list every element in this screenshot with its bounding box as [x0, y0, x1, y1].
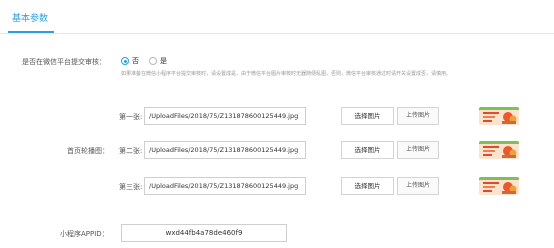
audit-hint: 如果准备在微信小程序平台提交审核时，请设置成是，由于微信平台图片审核时无器随便乱…	[121, 71, 452, 77]
carousel-thumbnail[interactable]	[479, 107, 519, 125]
image-path-input[interactable]: /UploadFiles/2018/75/Z131878600125449.jp…	[144, 107, 306, 125]
carousel-label: 首页轮播图：	[67, 147, 109, 155]
tab-bar: 基本参数	[0, 0, 554, 34]
audit-radio-yes-label[interactable]: 是	[160, 56, 167, 66]
image-path-input[interactable]: /UploadFiles/2018/75/Z131878600125449.jp…	[144, 141, 306, 159]
banner-thumbnail-image	[479, 107, 519, 125]
audit-radio-no-label[interactable]: 否	[132, 56, 139, 66]
tab-active-indicator	[8, 31, 54, 33]
upload-image-button[interactable]: 上传图片	[397, 177, 439, 195]
carousel-row-label: 第二张:	[119, 147, 143, 155]
appid-label: 小程序APPID：	[60, 230, 109, 238]
audit-radio-yes[interactable]	[149, 57, 157, 65]
audit-label: 是否在微信平台提交审核：	[22, 58, 106, 66]
appid-input[interactable]: wxd44fb4a78de460f9	[121, 224, 287, 242]
choose-image-button[interactable]: 选择图片	[341, 107, 394, 125]
carousel-row-label: 第一张:	[119, 113, 143, 121]
audit-radio-no[interactable]	[121, 57, 129, 65]
tab-basic-params[interactable]: 基本参数	[12, 11, 48, 24]
upload-image-button[interactable]: 上传图片	[397, 107, 439, 125]
upload-image-button[interactable]: 上传图片	[397, 141, 439, 159]
carousel-row-label: 第三张:	[119, 183, 143, 191]
carousel-thumbnail[interactable]	[479, 141, 519, 159]
carousel-thumbnail[interactable]	[479, 177, 519, 195]
audit-radio-group: 否 是	[121, 56, 177, 66]
choose-image-button[interactable]: 选择图片	[341, 141, 394, 159]
banner-thumbnail-image	[479, 177, 519, 195]
banner-thumbnail-image	[479, 141, 519, 159]
choose-image-button[interactable]: 选择图片	[341, 177, 394, 195]
image-path-input[interactable]: /UploadFiles/2018/75/Z131878600125449.jp…	[144, 177, 306, 195]
